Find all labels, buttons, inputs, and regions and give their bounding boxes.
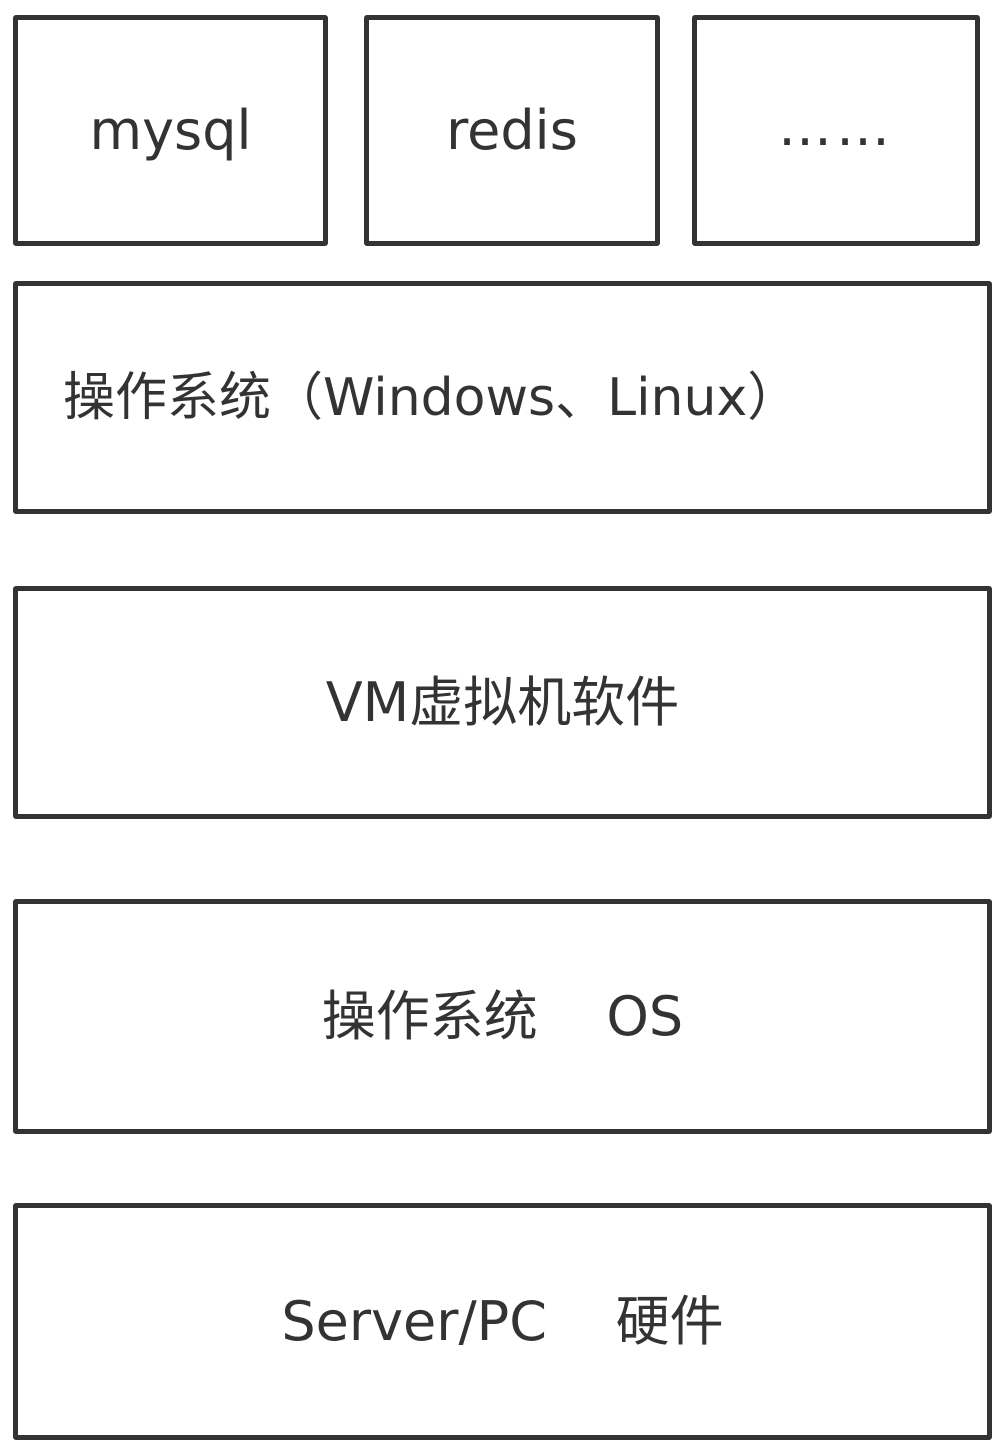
host-os-layer: 操作系统 OS [13,899,992,1134]
app-label-redis: redis [446,98,578,162]
guest-os-label: 操作系统（Windows、Linux） [63,367,800,428]
guest-os-layer: 操作系统（Windows、Linux） [13,281,992,514]
host-os-label: 操作系统 OS [321,984,684,1048]
app-box-mysql: mysql [13,15,328,246]
app-label-mysql: mysql [89,98,252,162]
app-label-more: …… [778,94,894,158]
app-box-redis: redis [364,15,660,246]
app-box-more: …… [692,15,980,246]
hardware-label: Server/PC 硬件 [281,1289,724,1353]
vm-software-layer: VM虚拟机软件 [13,586,992,819]
vm-software-label: VM虚拟机软件 [325,670,680,734]
hardware-layer: Server/PC 硬件 [13,1203,992,1440]
